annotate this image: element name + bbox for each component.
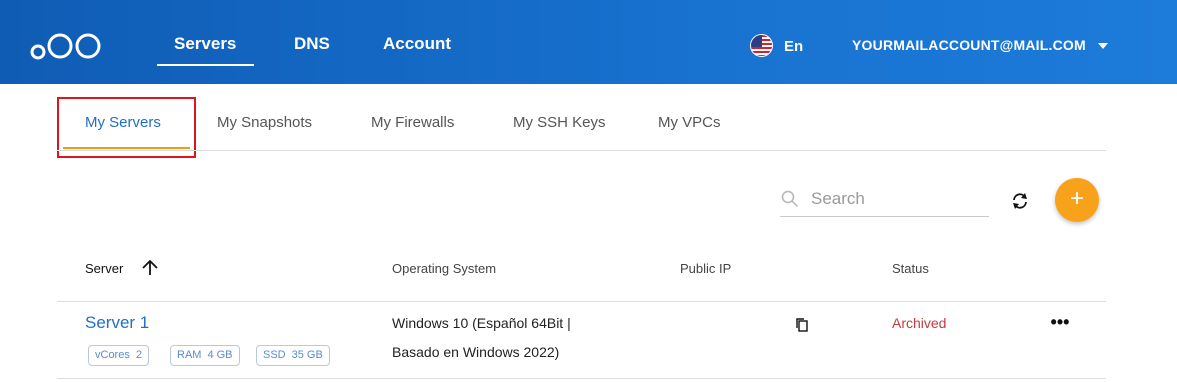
os-text-line-2: Basado en Windows 2022)	[392, 344, 560, 360]
spec-badge-vcores: vCores 2	[88, 345, 149, 366]
tab-my-vpcs[interactable]: My VPCs	[658, 114, 721, 131]
arrow-up-icon[interactable]	[140, 258, 160, 278]
table-row-divider	[57, 378, 1106, 379]
refresh-icon[interactable]	[1007, 188, 1033, 214]
search-input[interactable]	[811, 186, 987, 212]
nav-servers[interactable]: Servers	[174, 34, 236, 54]
column-header-os: Operating System	[392, 261, 497, 276]
nav-account[interactable]: Account	[383, 34, 451, 54]
tab-my-firewalls[interactable]: My Firewalls	[371, 114, 454, 131]
column-header-public-ip: Public IP	[680, 261, 732, 276]
nav-active-indicator	[157, 64, 254, 66]
nav-dns[interactable]: DNS	[294, 34, 330, 54]
more-horizontal-icon[interactable]: •••	[1048, 313, 1072, 331]
account-menu[interactable]: YOURMAILACCOUNT@MAIL.COM	[852, 37, 1086, 53]
tab-my-snapshots[interactable]: My Snapshots	[217, 114, 312, 131]
copy-icon[interactable]	[794, 317, 810, 333]
column-header-status: Status	[892, 261, 929, 276]
table-header-divider	[57, 301, 1106, 302]
search-icon	[781, 190, 798, 207]
top-navigation-bar: Servers DNS Account En YOURMAILACCOUNT@M…	[0, 0, 1177, 84]
language-selector[interactable]: En	[784, 38, 803, 55]
highlight-annotation	[57, 97, 196, 158]
server-name-link[interactable]: Server 1	[85, 313, 149, 333]
column-header-server[interactable]: Server	[85, 261, 123, 276]
search-box	[780, 182, 989, 217]
add-server-button[interactable]: +	[1055, 178, 1099, 222]
status-badge: Archived	[892, 315, 947, 331]
os-text-line-1: Windows 10 (Español 64Bit |	[392, 315, 571, 331]
tab-my-ssh-keys[interactable]: My SSH Keys	[513, 114, 606, 131]
us-flag-icon[interactable]	[750, 34, 773, 57]
tabs-divider	[57, 150, 1106, 151]
brand-logo[interactable]	[30, 30, 106, 62]
spec-badge-ssd: SSD 35 GB	[256, 345, 330, 366]
chevron-down-icon[interactable]	[1098, 43, 1108, 49]
plus-icon: +	[1069, 185, 1084, 212]
spec-badge-ram: RAM 4 GB	[170, 345, 240, 366]
